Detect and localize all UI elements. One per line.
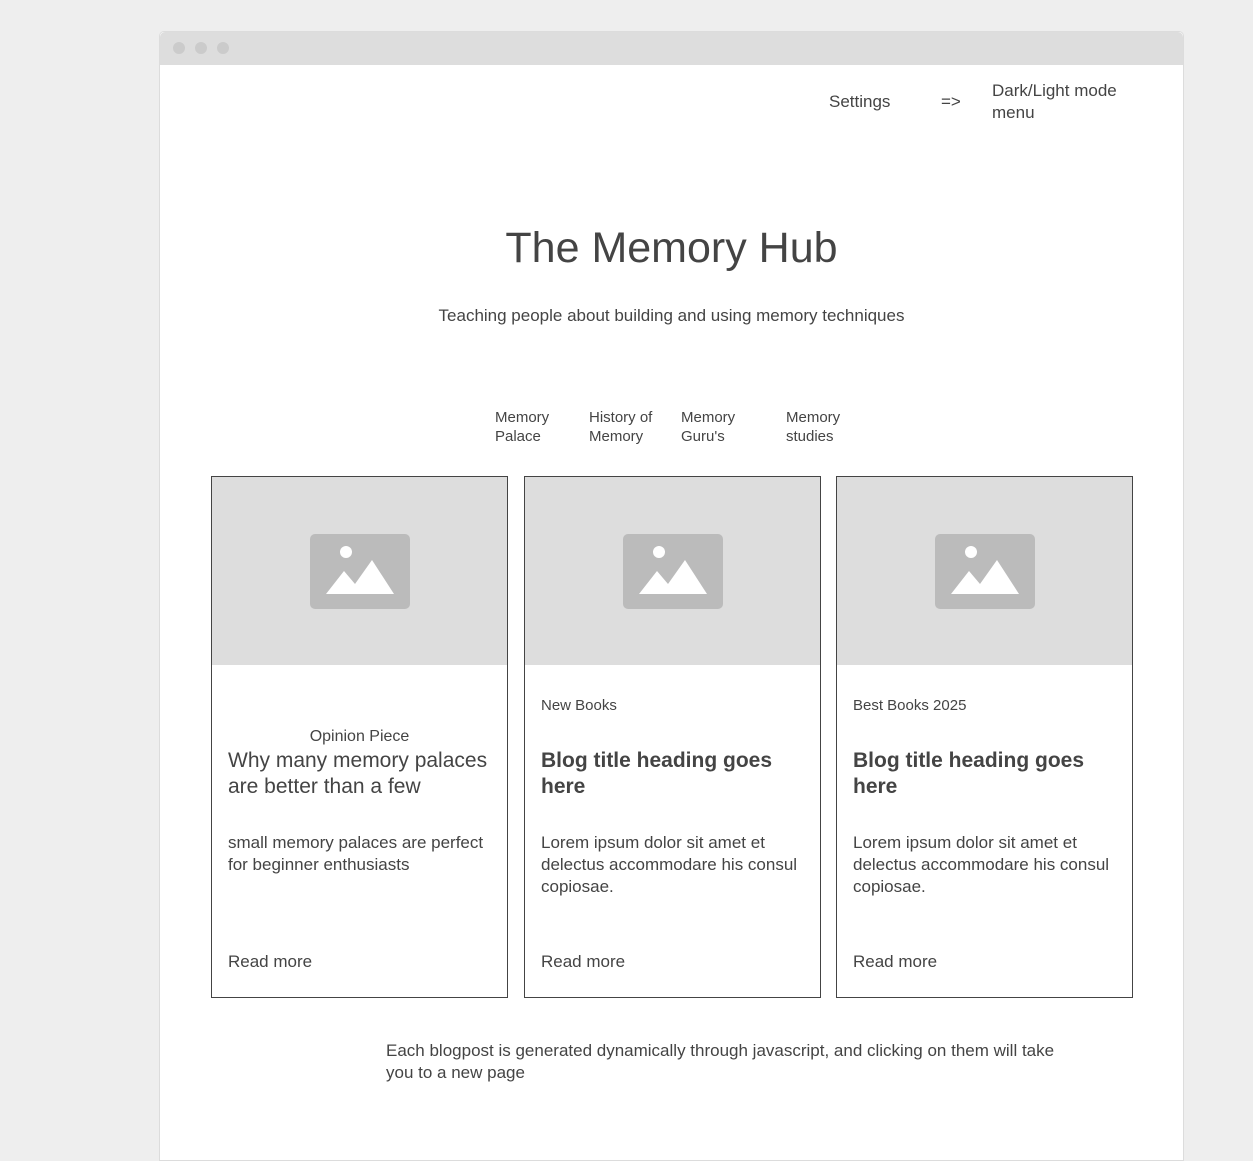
image-placeholder-icon <box>935 534 1035 609</box>
nav-item-label: Memory <box>681 409 736 426</box>
page-subtitle: Teaching people about building and using… <box>438 306 905 325</box>
card-excerpt: Lorem ipsum dolor sit amet et delectus a… <box>853 833 1110 896</box>
nav-item-label: Memory <box>589 428 644 445</box>
card-category: Best Books 2025 <box>853 697 967 714</box>
nav-item-history-of-memory[interactable]: History of Memory <box>589 408 652 446</box>
dynamic-posts-note: Each blogpost is generated dynamically t… <box>386 1041 1055 1082</box>
card-heading: Blog title heading goes here <box>853 749 1085 798</box>
nav-item-label: Guru's <box>681 428 725 445</box>
blog-card[interactable]: New Books Blog title heading goes here L… <box>524 476 821 998</box>
card-category: New Books <box>541 697 617 714</box>
arrow-label: => <box>941 92 961 111</box>
card-category: Opinion Piece <box>309 728 410 745</box>
read-more-link[interactable]: Read more <box>853 952 937 972</box>
nav-item-label: History of <box>589 409 653 426</box>
nav-item-memory-gurus[interactable]: Memory Guru's <box>681 408 735 446</box>
window-maximize-dot-icon[interactable] <box>217 42 229 54</box>
page-title: The Memory Hub <box>505 224 838 272</box>
window-close-dot-icon[interactable] <box>173 42 185 54</box>
blog-card[interactable]: Best Books 2025 Blog title heading goes … <box>836 476 1133 998</box>
card-excerpt: small memory palaces are perfect for beg… <box>228 833 484 874</box>
browser-window: Settings => Dark/Light mode menu The Mem… <box>159 31 1184 1161</box>
card-image-placeholder <box>837 477 1132 665</box>
card-heading: Blog title heading goes here <box>541 749 773 798</box>
card-heading: Why many memory palaces are better than … <box>228 749 488 798</box>
window-titlebar <box>160 32 1183 65</box>
nav-item-label: Memory <box>786 409 841 426</box>
read-more-link[interactable]: Read more <box>541 952 625 972</box>
nav-item-label: studies <box>786 428 834 445</box>
card-image-placeholder <box>212 477 507 665</box>
image-placeholder-icon <box>623 534 723 609</box>
nav-item-memory-studies[interactable]: Memory studies <box>786 408 840 446</box>
settings-link[interactable]: Settings <box>829 91 890 113</box>
window-minimize-dot-icon[interactable] <box>195 42 207 54</box>
blog-card[interactable]: Opinion Piece Why many memory palaces ar… <box>211 476 508 998</box>
read-more-link[interactable]: Read more <box>228 952 312 972</box>
dark-light-mode-menu[interactable]: Dark/Light mode menu <box>992 80 1142 124</box>
nav-item-label: Memory <box>495 409 550 426</box>
card-excerpt: Lorem ipsum dolor sit amet et delectus a… <box>541 833 798 896</box>
nav-item-memory-palace[interactable]: Memory Palace <box>495 408 549 446</box>
card-image-placeholder <box>525 477 820 665</box>
image-placeholder-icon <box>310 534 410 609</box>
nav-item-label: Palace <box>495 428 541 445</box>
